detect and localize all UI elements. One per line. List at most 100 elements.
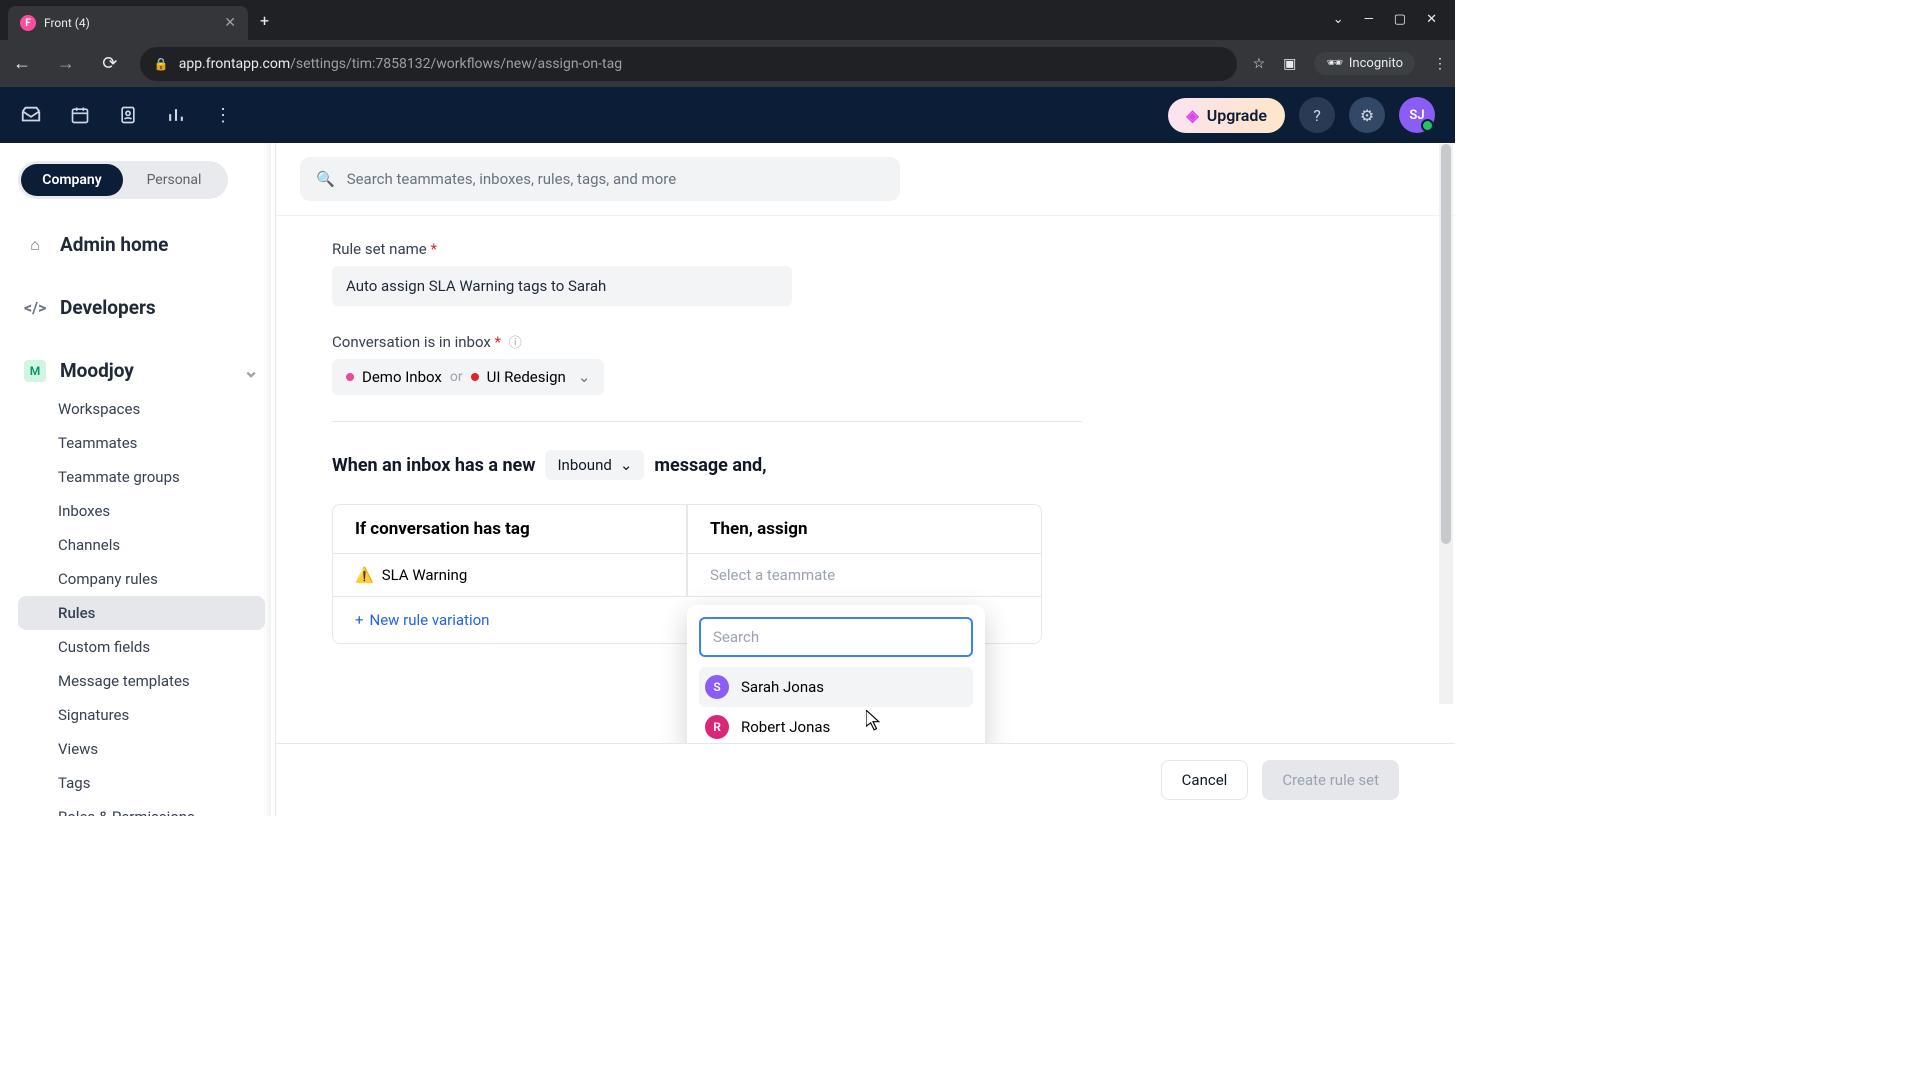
scope-toggle: Company Personal — [18, 161, 228, 199]
reload-button[interactable]: ⟳ — [96, 53, 124, 74]
minimize-icon[interactable]: — — [1364, 12, 1374, 27]
divider — [332, 421, 1082, 422]
sidebar-item-signatures[interactable]: Signatures — [18, 698, 265, 732]
teammate-option-label: Robert Jonas — [741, 718, 830, 736]
teammate-option-sarah[interactable]: S Sarah Jonas — [699, 667, 973, 707]
tag-name: SLA Warning — [382, 566, 468, 584]
code-icon: </> — [24, 298, 46, 317]
maximize-icon[interactable]: ▢ — [1394, 12, 1406, 27]
url-input[interactable]: 🔒 app.frontapp.com/settings/tim:7858132/… — [140, 47, 1237, 81]
inbox-label: Conversation is in inbox * ⓘ — [332, 332, 1399, 351]
col-header-if: If conversation has tag — [333, 505, 687, 554]
sidebar-developers[interactable]: </> Developers — [18, 286, 265, 329]
scope-personal-button[interactable]: Personal — [123, 164, 225, 196]
help-button[interactable]: ? — [1299, 97, 1335, 133]
assignee-placeholder: Select a teammate — [710, 566, 835, 584]
url-domain: app.frontapp.com — [179, 56, 290, 72]
avatar-icon: S — [705, 675, 729, 699]
teammate-option-label: Sarah Jonas — [741, 678, 824, 696]
rule-name-label: Rule set name * — [332, 240, 1399, 258]
vertical-scrollbar[interactable] — [1439, 144, 1453, 704]
chevron-down-icon: ⌄ — [578, 368, 591, 386]
sidebar: Company Personal ⌂ Admin home </> Develo… — [0, 143, 276, 816]
incognito-badge: 🕶 Incognito — [1314, 52, 1415, 75]
inbox-chip-2: UI Redesign — [487, 368, 566, 386]
cancel-button[interactable]: Cancel — [1161, 760, 1249, 800]
rule-name-input[interactable] — [332, 266, 792, 306]
forward-button: → — [52, 53, 80, 74]
inbox-chip-1: Demo Inbox — [362, 368, 442, 386]
tag-cell[interactable]: ⚠️ SLA Warning — [333, 554, 687, 596]
bookmark-icon[interactable]: ☆ — [1253, 56, 1266, 72]
sidebar-workspace-name: Moodjoy — [60, 359, 134, 382]
sidebar-item-roles[interactable]: Roles & Permissions — [18, 800, 265, 816]
sidebar-admin-home-label: Admin home — [60, 233, 168, 256]
sidebar-item-views[interactable]: Views — [18, 732, 265, 766]
content: 🔍 Search teammates, inboxes, rules, tags… — [276, 143, 1455, 816]
avatar-icon: R — [705, 715, 729, 739]
more-icon[interactable]: ⋮ — [214, 105, 232, 126]
back-button[interactable]: ← — [8, 53, 36, 74]
rule-table: If conversation has tag Then, assign ⚠️ … — [332, 504, 1042, 644]
chevron-down-icon: ⌄ — [620, 456, 633, 474]
info-icon[interactable]: ⓘ — [509, 336, 522, 351]
sidebar-item-teammates[interactable]: Teammates — [18, 426, 265, 460]
incognito-icon: 🕶 — [1326, 56, 1343, 71]
assignee-cell[interactable]: Select a teammate — [687, 554, 1041, 596]
scope-company-button[interactable]: Company — [21, 164, 123, 196]
upgrade-button[interactable]: ◈ Upgrade — [1168, 98, 1285, 133]
inbox-dot-icon — [346, 373, 354, 381]
tab-close-icon[interactable]: ✕ — [224, 15, 236, 31]
gem-icon: ◈ — [1186, 106, 1198, 125]
teammate-option-robert[interactable]: R Robert Jonas — [699, 707, 973, 743]
sidebar-item-message-templates[interactable]: Message templates — [18, 664, 265, 698]
tab-title: Front (4) — [44, 16, 216, 30]
address-bar: ← → ⟳ 🔒 app.frontapp.com/settings/tim:78… — [0, 40, 1455, 87]
sidebar-item-custom-fields[interactable]: Custom fields — [18, 630, 265, 664]
tab-favicon-icon: F — [20, 15, 36, 31]
extensions-icon[interactable]: ▣ — [1283, 56, 1296, 72]
upgrade-label: Upgrade — [1207, 106, 1267, 125]
inbox-or: or — [450, 369, 463, 385]
sidebar-admin-home[interactable]: ⌂ Admin home — [18, 223, 265, 266]
sidebar-item-tags[interactable]: Tags — [18, 766, 265, 800]
contacts-icon[interactable] — [118, 105, 138, 125]
footer: Cancel Create rule set — [276, 743, 1455, 816]
sidebar-item-company-rules[interactable]: Company rules — [18, 562, 265, 596]
sidebar-item-channels[interactable]: Channels — [18, 528, 265, 562]
browser-menu-icon[interactable]: ⋮ — [1433, 56, 1447, 72]
inbox-picker[interactable]: Demo Inbox or UI Redesign ⌄ — [332, 359, 604, 395]
trigger-prefix: When an inbox has a new — [332, 455, 535, 476]
sidebar-item-workspaces[interactable]: Workspaces — [18, 392, 265, 426]
plus-icon: + — [355, 611, 364, 629]
new-tab-button[interactable]: + — [260, 11, 269, 30]
trigger-mode-label: Inbound — [557, 456, 611, 474]
calendar-icon[interactable] — [70, 105, 90, 125]
scrollbar-thumb[interactable] — [1441, 144, 1451, 544]
new-variation-label: New rule variation — [370, 611, 490, 629]
tab-bar: F Front (4) ✕ + — [0, 0, 1455, 40]
teammate-search-input[interactable] — [699, 617, 973, 657]
settings-button[interactable]: ⚙ — [1349, 97, 1385, 133]
trigger-mode-select[interactable]: Inbound ⌄ — [545, 450, 644, 480]
search-placeholder: Search teammates, inboxes, rules, tags, … — [347, 170, 676, 188]
sidebar-item-rules[interactable]: Rules — [18, 596, 265, 630]
window-controls: ⌄ — ▢ ✕ — [1315, 0, 1455, 39]
browser-tab[interactable]: F Front (4) ✕ — [8, 6, 248, 40]
sidebar-item-teammate-groups[interactable]: Teammate groups — [18, 460, 265, 494]
sidebar-item-inboxes[interactable]: Inboxes — [18, 494, 265, 528]
avatar[interactable]: SJ — [1399, 97, 1435, 133]
analytics-icon[interactable] — [166, 105, 186, 125]
inbox-icon[interactable] — [20, 104, 42, 126]
global-search-input[interactable]: 🔍 Search teammates, inboxes, rules, tags… — [300, 157, 900, 201]
trigger-row: When an inbox has a new Inbound ⌄ messag… — [332, 450, 1399, 480]
sidebar-workspace-toggle[interactable]: M Moodjoy ⌄ — [18, 349, 265, 392]
search-icon: 🔍 — [316, 170, 335, 188]
close-window-icon[interactable]: ✕ — [1426, 12, 1437, 27]
workspace-badge: M — [24, 360, 46, 382]
home-icon: ⌂ — [24, 235, 46, 255]
url-path: /settings/tim:7858132/workflows/new/assi… — [290, 56, 622, 72]
caret-down-icon[interactable]: ⌄ — [1333, 12, 1344, 27]
create-rule-set-button: Create rule set — [1262, 760, 1399, 800]
trigger-suffix: message and, — [654, 455, 766, 476]
